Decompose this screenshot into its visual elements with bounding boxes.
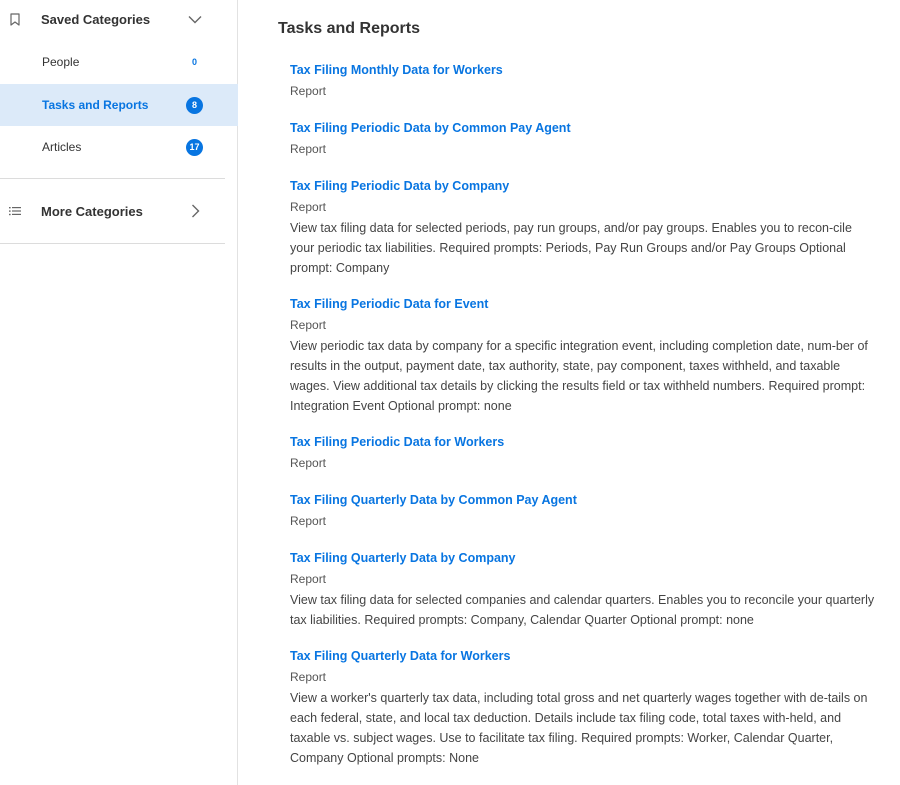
- sidebar-divider: [0, 178, 225, 179]
- result-description: View tax filing data for selected period…: [290, 221, 852, 275]
- result-link[interactable]: Tax Filing Periodic Data for Event: [290, 294, 488, 314]
- count-badge: 8: [186, 96, 203, 114]
- list-item: Tax Filing Periodic Data for Workers Rep…: [290, 432, 880, 474]
- more-categories-header[interactable]: More Categories: [0, 192, 238, 230]
- bookmark-icon: [8, 12, 22, 26]
- list-item: Tax Filing Periodic Data for Event Repor…: [290, 294, 880, 416]
- result-type: Report: [290, 200, 327, 214]
- list-item: Tax Filing Periodic Data by Company Repo…: [290, 176, 880, 278]
- more-categories-title: More Categories: [41, 203, 143, 219]
- result-link[interactable]: Tax Filing Periodic Data by Common Pay A…: [290, 118, 571, 138]
- list-icon: [8, 204, 22, 218]
- result-link[interactable]: Tax Filing Quarterly Data for Workers: [290, 646, 510, 666]
- page-title: Tasks and Reports: [278, 20, 420, 37]
- list-item: Tax Filing Periodic Data by Common Pay A…: [290, 118, 880, 160]
- sidebar-item-people[interactable]: People 0: [0, 41, 238, 83]
- result-type: Report: [290, 670, 327, 684]
- saved-categories-header[interactable]: Saved Categories: [0, 0, 238, 38]
- count-badge: 17: [186, 138, 203, 156]
- sidebar-item-articles[interactable]: Articles 17: [0, 126, 238, 168]
- result-type: Report: [290, 84, 327, 98]
- result-link[interactable]: Tax Filing Periodic Data for Workers: [290, 432, 504, 452]
- chevron-right-icon[interactable]: [187, 203, 203, 219]
- app-root: Saved Categories People 0 Tasks and Repo…: [0, 0, 900, 785]
- list-item: Tax Filing Quarterly Data by Company Rep…: [290, 548, 880, 630]
- result-description: View tax filing data for selected compan…: [290, 593, 875, 627]
- result-link[interactable]: Tax Filing Quarterly Data by Company: [290, 548, 516, 568]
- result-type: Report: [290, 572, 327, 586]
- category-sidebar: Saved Categories People 0 Tasks and Repo…: [0, 0, 238, 785]
- result-type: Report: [290, 142, 327, 156]
- results-list: Tax Filing Monthly Data for Workers Repo…: [290, 60, 880, 784]
- sidebar-item-label: Tasks and Reports: [42, 98, 149, 112]
- sidebar-item-tasks-and-reports[interactable]: Tasks and Reports 8: [0, 84, 238, 126]
- sidebar-item-label: Articles: [42, 140, 82, 154]
- count-badge: 0: [191, 57, 197, 67]
- result-description: View periodic tax data by company for a …: [290, 339, 868, 413]
- result-link[interactable]: Tax Filing Periodic Data by Company: [290, 176, 509, 196]
- chevron-down-icon[interactable]: [187, 11, 203, 27]
- list-item: Tax Filing Quarterly Data by Common Pay …: [290, 490, 880, 532]
- list-item: Tax Filing Quarterly Data for Workers Re…: [290, 646, 880, 768]
- saved-categories-title: Saved Categories: [41, 11, 151, 27]
- result-description: View a worker's quarterly tax data, incl…: [290, 691, 868, 765]
- result-link[interactable]: Tax Filing Quarterly Data by Common Pay …: [290, 490, 577, 510]
- sidebar-item-label: People: [42, 55, 80, 69]
- results-panel: Tasks and Reports Tax Filing Monthly Dat…: [238, 0, 900, 785]
- result-type: Report: [290, 456, 327, 470]
- result-link[interactable]: Tax Filing Monthly Data for Workers: [290, 60, 503, 80]
- list-item: Tax Filing Monthly Data for Workers Repo…: [290, 60, 880, 102]
- result-type: Report: [290, 318, 327, 332]
- result-type: Report: [290, 514, 327, 528]
- sidebar-divider: [0, 243, 225, 244]
